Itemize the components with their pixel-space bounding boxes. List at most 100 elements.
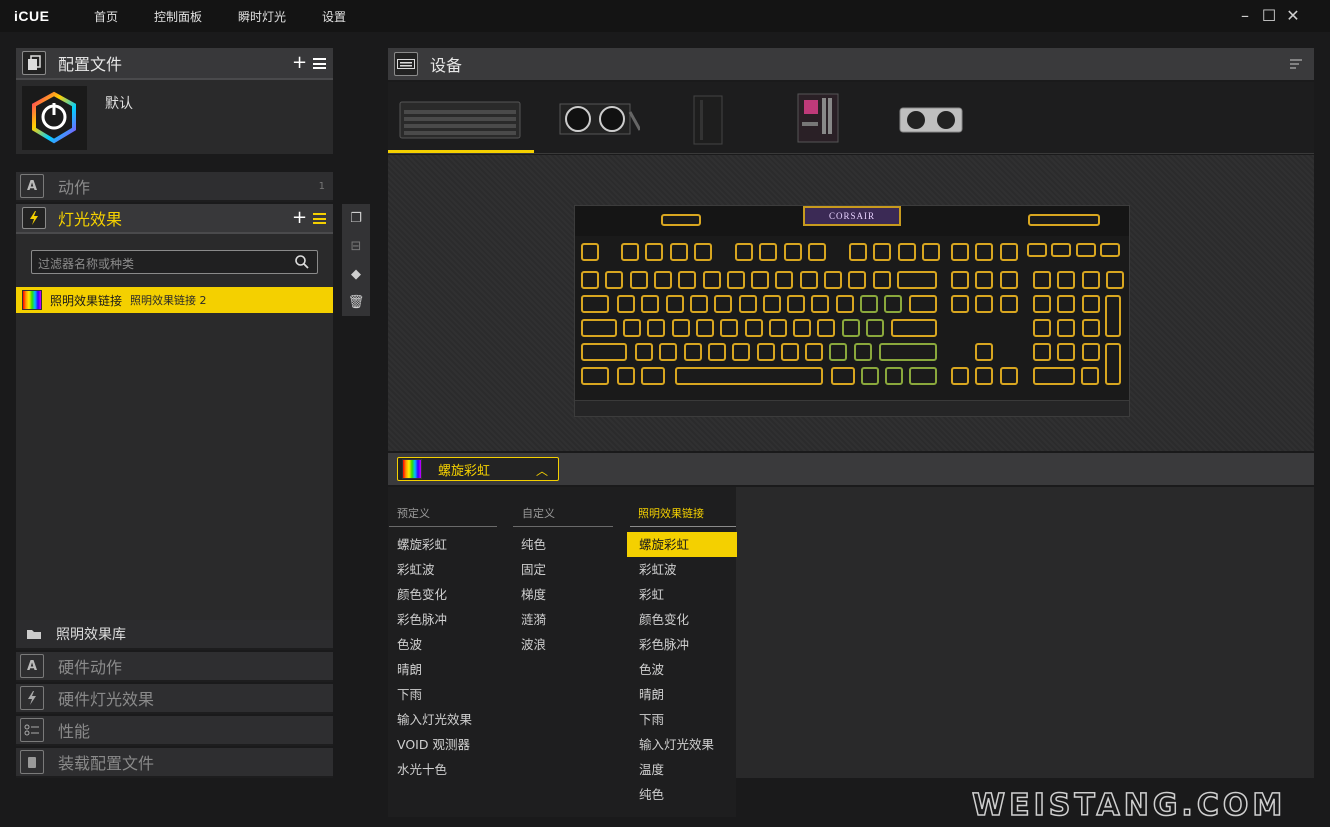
import-icon[interactable]: ⊟ bbox=[342, 232, 370, 260]
keyboard-key[interactable] bbox=[951, 271, 969, 289]
keyboard-key[interactable] bbox=[841, 319, 860, 337]
keyboard-key[interactable] bbox=[707, 343, 726, 361]
effect-option[interactable]: 输入灯光效果 bbox=[639, 732, 714, 757]
keyboard-key[interactable] bbox=[605, 271, 624, 289]
maximize-icon[interactable]: ☐ bbox=[1259, 6, 1279, 26]
keyboard-key[interactable] bbox=[693, 243, 712, 261]
effect-option[interactable]: 波浪 bbox=[521, 632, 546, 657]
sidebar-item-hardware-lighting[interactable]: 硬件灯光效果 bbox=[16, 684, 333, 714]
keyboard-key[interactable] bbox=[951, 295, 969, 313]
effect-option[interactable]: 固定 bbox=[521, 557, 546, 582]
keyboard-key[interactable] bbox=[848, 271, 867, 289]
keyboard-key[interactable] bbox=[975, 243, 994, 261]
add-profile-button[interactable]: + bbox=[292, 54, 307, 72]
keyboard-key[interactable] bbox=[683, 343, 702, 361]
effect-option[interactable]: 温度 bbox=[639, 757, 664, 782]
keyboard-key[interactable] bbox=[860, 295, 878, 313]
keyboard-key[interactable] bbox=[975, 367, 994, 385]
search-icon[interactable] bbox=[295, 255, 309, 269]
keyboard-key[interactable] bbox=[909, 367, 937, 385]
effect-option[interactable]: 彩色脉冲 bbox=[639, 632, 689, 657]
keyboard-key[interactable] bbox=[635, 343, 653, 361]
keyboard-key[interactable] bbox=[1028, 214, 1100, 226]
keyboard-key[interactable] bbox=[866, 319, 884, 337]
keyboard-key[interactable] bbox=[659, 343, 678, 361]
reorder-icon[interactable]: ◆ bbox=[342, 260, 370, 288]
keyboard-key[interactable] bbox=[884, 295, 903, 313]
device-keyboard-thumb[interactable] bbox=[398, 90, 522, 146]
keyboard-key[interactable] bbox=[675, 367, 823, 385]
keyboard-key[interactable] bbox=[759, 243, 778, 261]
keyboard-key[interactable] bbox=[581, 243, 599, 261]
effect-option[interactable]: 彩虹波 bbox=[639, 557, 677, 582]
effect-option[interactable]: 螺旋彩虹 bbox=[627, 532, 737, 557]
keyboard-key[interactable] bbox=[1057, 343, 1076, 361]
keyboard-key[interactable] bbox=[1033, 295, 1051, 313]
keyboard-key[interactable] bbox=[885, 367, 903, 385]
keyboard-key[interactable] bbox=[1057, 295, 1076, 313]
keyboard-key[interactable] bbox=[951, 243, 969, 261]
keyboard-key[interactable] bbox=[720, 319, 739, 337]
keyboard-key[interactable] bbox=[756, 343, 775, 361]
keyboard-key[interactable] bbox=[775, 271, 794, 289]
keyboard-key[interactable] bbox=[975, 343, 993, 361]
effect-option[interactable]: 色波 bbox=[397, 632, 422, 657]
keyboard-key[interactable] bbox=[1105, 343, 1121, 385]
keyboard-key[interactable] bbox=[1033, 343, 1051, 361]
effect-option[interactable]: VOID 观测器 bbox=[397, 732, 470, 757]
keyboard-key[interactable] bbox=[653, 271, 672, 289]
keyboard-key[interactable] bbox=[783, 243, 802, 261]
keyboard-key[interactable] bbox=[669, 243, 688, 261]
keyboard-key[interactable] bbox=[807, 243, 826, 261]
effects-menu-icon[interactable] bbox=[313, 213, 326, 224]
keyboard-key[interactable] bbox=[787, 295, 806, 313]
keyboard-key[interactable] bbox=[909, 295, 937, 313]
effect-dropdown[interactable]: 螺旋彩虹 ︿ bbox=[397, 457, 559, 481]
keyboard-key[interactable] bbox=[805, 343, 824, 361]
keyboard-key[interactable] bbox=[1033, 271, 1051, 289]
sidebar-item-performance[interactable]: 性能 bbox=[16, 716, 333, 746]
effect-option[interactable]: 晴朗 bbox=[397, 657, 422, 682]
keyboard-key[interactable] bbox=[1027, 243, 1047, 257]
keyboard-key[interactable] bbox=[873, 243, 892, 261]
keyboard-key[interactable] bbox=[665, 295, 684, 313]
keyboard-key[interactable] bbox=[621, 243, 639, 261]
keyboard-key[interactable] bbox=[835, 295, 854, 313]
keyboard-key[interactable] bbox=[726, 271, 745, 289]
keyboard-key[interactable] bbox=[1051, 243, 1072, 257]
keyboard-key[interactable] bbox=[1081, 271, 1100, 289]
keyboard-key[interactable] bbox=[735, 243, 753, 261]
keyboard-key[interactable] bbox=[1081, 343, 1100, 361]
keyboard-key[interactable] bbox=[1057, 271, 1076, 289]
nav-dashboard[interactable]: 控制面板 bbox=[154, 8, 202, 25]
keyboard-key[interactable] bbox=[1075, 243, 1096, 257]
keyboard-key[interactable] bbox=[1105, 295, 1121, 337]
keyboard-key[interactable] bbox=[853, 343, 872, 361]
keyboard-key[interactable] bbox=[1081, 367, 1099, 385]
device-gpu-thumb[interactable] bbox=[896, 90, 966, 146]
keyboard-key[interactable] bbox=[1099, 243, 1120, 257]
keyboard-key[interactable] bbox=[999, 295, 1018, 313]
default-profile-label[interactable]: 默认 bbox=[105, 93, 133, 113]
minimize-icon[interactable]: – bbox=[1235, 6, 1255, 26]
sidebar-item-hardware-actions[interactable]: A 硬件动作 bbox=[16, 652, 333, 682]
keyboard-key[interactable] bbox=[799, 271, 818, 289]
device-hub-thumb[interactable] bbox=[688, 90, 728, 146]
nav-home[interactable]: 首页 bbox=[94, 8, 118, 25]
keyboard-key[interactable] bbox=[831, 367, 855, 385]
effect-option[interactable]: 彩虹 bbox=[639, 582, 664, 607]
effect-option[interactable]: 纯色 bbox=[639, 782, 664, 807]
keyboard-key[interactable] bbox=[1057, 319, 1076, 337]
keyboard-key[interactable] bbox=[671, 319, 690, 337]
keyboard-key[interactable] bbox=[793, 319, 812, 337]
keyboard-key[interactable] bbox=[689, 295, 708, 313]
keyboard-key[interactable] bbox=[678, 271, 697, 289]
keyboard-key[interactable] bbox=[623, 319, 641, 337]
keyboard-key[interactable] bbox=[999, 367, 1018, 385]
effect-option[interactable]: 螺旋彩虹 bbox=[397, 532, 447, 557]
selected-effect-row[interactable]: 照明效果链接 照明效果链接 2 bbox=[16, 287, 333, 313]
profile-avatar[interactable] bbox=[22, 86, 87, 150]
keyboard-key[interactable] bbox=[581, 295, 609, 313]
keyboard-key[interactable] bbox=[714, 295, 733, 313]
keyboard-key[interactable] bbox=[1081, 319, 1100, 337]
